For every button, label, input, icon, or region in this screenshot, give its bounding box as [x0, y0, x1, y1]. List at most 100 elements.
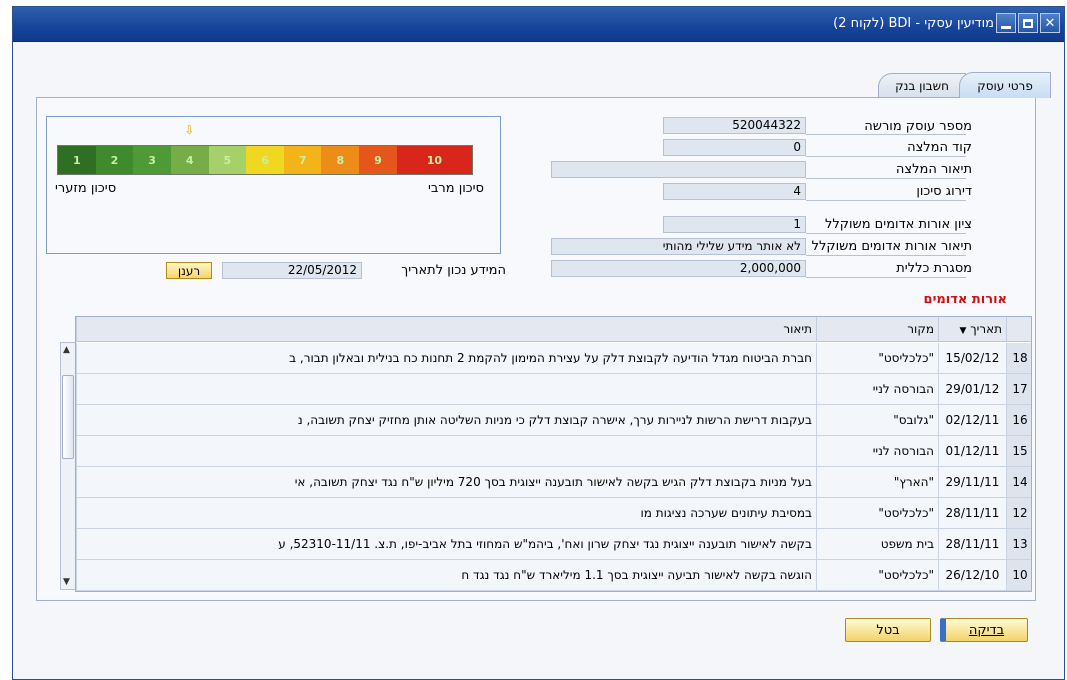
scroll-up-icon[interactable]: ▲ — [63, 345, 70, 355]
row-description: במסיבת עיתונים שערכה נציגות מו — [76, 498, 816, 528]
max-risk-label: סיכון מרבי — [427, 181, 484, 196]
scroll-thumb[interactable] — [62, 375, 74, 459]
maximize-icon — [1023, 18, 1033, 28]
minimize-icon — [1001, 25, 1011, 29]
weighted-red-lights-desc-label: תיאור אורות אדומים משוקלל — [811, 239, 972, 254]
table-row[interactable]: 15 01/12/11 הבורסה לניי — [76, 436, 1031, 467]
row-source: "כלכליסט" — [816, 343, 938, 373]
sort-down-icon: ▼ — [959, 326, 967, 336]
total-credit-line-label: מסגרת כללית — [896, 261, 972, 276]
description-column-header[interactable]: תיאור — [76, 317, 816, 342]
row-description — [76, 374, 816, 404]
check-button-label: בדיקה — [968, 622, 1005, 638]
divider — [806, 134, 966, 135]
tab-business-details[interactable]: פרטי עוסק — [959, 72, 1051, 98]
close-button[interactable]: ✕ — [1040, 13, 1060, 33]
row-description: בעל מניות בקבוצת דלק הגיש בקשה לאישור תו… — [76, 467, 816, 497]
business-id-label: מספר עוסק מורשה — [864, 119, 972, 134]
red-lights-grid: תאריך ▼ מקור תיאור 18 15/02/12 "כלכליסט" חב… — [75, 316, 1032, 592]
table-row[interactable]: 18 15/02/12 "כלכליסט" חברת הביטוח מגדל הודי… — [76, 343, 1031, 374]
row-number: 12 — [1006, 498, 1031, 528]
window-title: מודיעין עסקי - BDI (לקוח 2) — [833, 16, 994, 31]
risk-scale-bar: 1 2 3 4 5 6 7 8 9 10 — [57, 145, 473, 175]
tab-bank-account[interactable]: חשבון בנק — [878, 73, 966, 97]
table-row[interactable]: 16 02/12/11 "גלובס" בעקבות דרישת הרשות לניי… — [76, 405, 1031, 436]
risk-level-7: 7 — [283, 146, 322, 174]
title-bar[interactable]: מודיעין עסקי - BDI (לקוח 2) ✕ — [13, 7, 1064, 42]
divider — [806, 277, 966, 278]
scroll-down-icon[interactable]: ▼ — [63, 577, 70, 587]
row-source: "כלכליסט" — [816, 498, 938, 528]
risk-level-4: 4 — [170, 146, 209, 174]
recommendation-desc-label: תיאור המלצה — [895, 162, 972, 177]
row-description — [76, 436, 816, 466]
row-source: הבורסה לניי — [816, 374, 938, 404]
cancel-button[interactable]: בטל — [845, 618, 931, 642]
tab-label: פרטי עוסק — [977, 78, 1033, 93]
min-risk-label: סיכון מזערי — [55, 181, 117, 196]
risk-level-3: 3 — [133, 146, 171, 174]
divider — [806, 233, 966, 234]
row-date: 26/12/10 — [938, 560, 1006, 590]
total-credit-line-field: 2,000,000 — [551, 260, 806, 277]
row-num-header — [1006, 317, 1031, 342]
recommendation-code-label: קוד המלצה — [907, 140, 972, 155]
risk-scale-box: ⇩ 1 2 3 4 5 6 7 8 9 10 סיכון מרבי סיכון מזערי — [46, 116, 501, 254]
red-lights-title: אורות אדומים — [923, 292, 1007, 307]
weighted-red-lights-label: ציון אורות אדומים משוקלל — [824, 217, 972, 232]
risk-level-2: 2 — [95, 146, 134, 174]
row-number: 15 — [1006, 436, 1031, 466]
row-date: 02/12/11 — [938, 405, 1006, 435]
risk-level-1: 1 — [58, 146, 96, 174]
risk-level-9: 9 — [359, 146, 397, 174]
close-icon: ✕ — [1044, 15, 1056, 31]
date-column-header[interactable]: תאריך ▼ — [938, 317, 1006, 342]
row-date: 28/11/11 — [938, 529, 1006, 559]
row-description: הוגשה בקשה לאישור תביעה ייצוגית בסך 1.1 … — [76, 560, 816, 590]
divider — [806, 178, 966, 179]
risk-rating-label: דירוג סיכון — [916, 184, 972, 199]
tab-label: חשבון בנק — [895, 78, 949, 93]
recommendation-desc-field — [551, 161, 806, 178]
row-source: בית משפט — [816, 529, 938, 559]
row-source: "הארץ" — [816, 467, 938, 497]
risk-level-8: 8 — [321, 146, 360, 174]
as-of-date-label: המידע נכון לתאריך — [401, 263, 506, 278]
weighted-red-lights-field: 1 — [663, 216, 806, 233]
row-date: 15/02/12 — [938, 343, 1006, 373]
row-date: 01/12/11 — [938, 436, 1006, 466]
row-date: 28/11/11 — [938, 498, 1006, 528]
row-description: חברת הביטוח מגדל הודיעה לקבוצת דלק על עצ… — [76, 343, 816, 373]
divider — [806, 255, 966, 256]
row-number: 17 — [1006, 374, 1031, 404]
weighted-red-lights-desc-field: לא אותר מידע שלילי מהותי — [551, 238, 806, 255]
divider — [806, 200, 966, 201]
table-row[interactable]: 10 26/12/10 "כלכליסט" הוגשה בקשה לאישור תבי… — [76, 560, 1031, 591]
risk-level-5: 5 — [208, 146, 247, 174]
row-number: 14 — [1006, 467, 1031, 497]
as-of-date-field: 22/05/2012 — [222, 262, 362, 279]
grid-header: תאריך ▼ מקור תיאור — [76, 317, 1031, 342]
row-number: 10 — [1006, 560, 1031, 590]
table-row[interactable]: 12 28/11/11 "כלכליסט" במסיבת עיתונים שערכה … — [76, 498, 1031, 529]
check-button[interactable]: בדיקה — [940, 618, 1028, 642]
row-description: בעקבות דרישת הרשות לניירות ערך, אישרה קב… — [76, 405, 816, 435]
source-column-header[interactable]: מקור — [816, 317, 938, 342]
table-row[interactable]: 13 28/11/11 בית משפט בקשה לאישור תובענה ייצ… — [76, 529, 1031, 560]
row-number: 13 — [1006, 529, 1031, 559]
refresh-button[interactable]: רענן — [166, 262, 212, 279]
table-row[interactable]: 17 29/01/12 הבורסה לניי — [76, 374, 1031, 405]
risk-level-10: 10 — [396, 146, 473, 174]
divider — [806, 156, 966, 157]
table-row[interactable]: 14 29/11/11 "הארץ" בעל מניות בקבוצת דלק הגי… — [76, 467, 1031, 498]
maximize-button[interactable] — [1018, 13, 1038, 33]
down-arrow-icon: ⇩ — [184, 123, 195, 137]
row-source: "כלכליסט" — [816, 560, 938, 590]
vertical-scrollbar[interactable]: ▲ ▼ — [60, 342, 76, 590]
row-description: בקשה לאישור תובענה ייצוגית נגד יצחק שרון… — [76, 529, 816, 559]
row-source: "גלובס" — [816, 405, 938, 435]
date-column-label: תאריך — [970, 322, 1002, 336]
risk-rating-field: 4 — [663, 183, 806, 200]
minimize-button[interactable] — [996, 13, 1016, 33]
row-number: 18 — [1006, 343, 1031, 373]
